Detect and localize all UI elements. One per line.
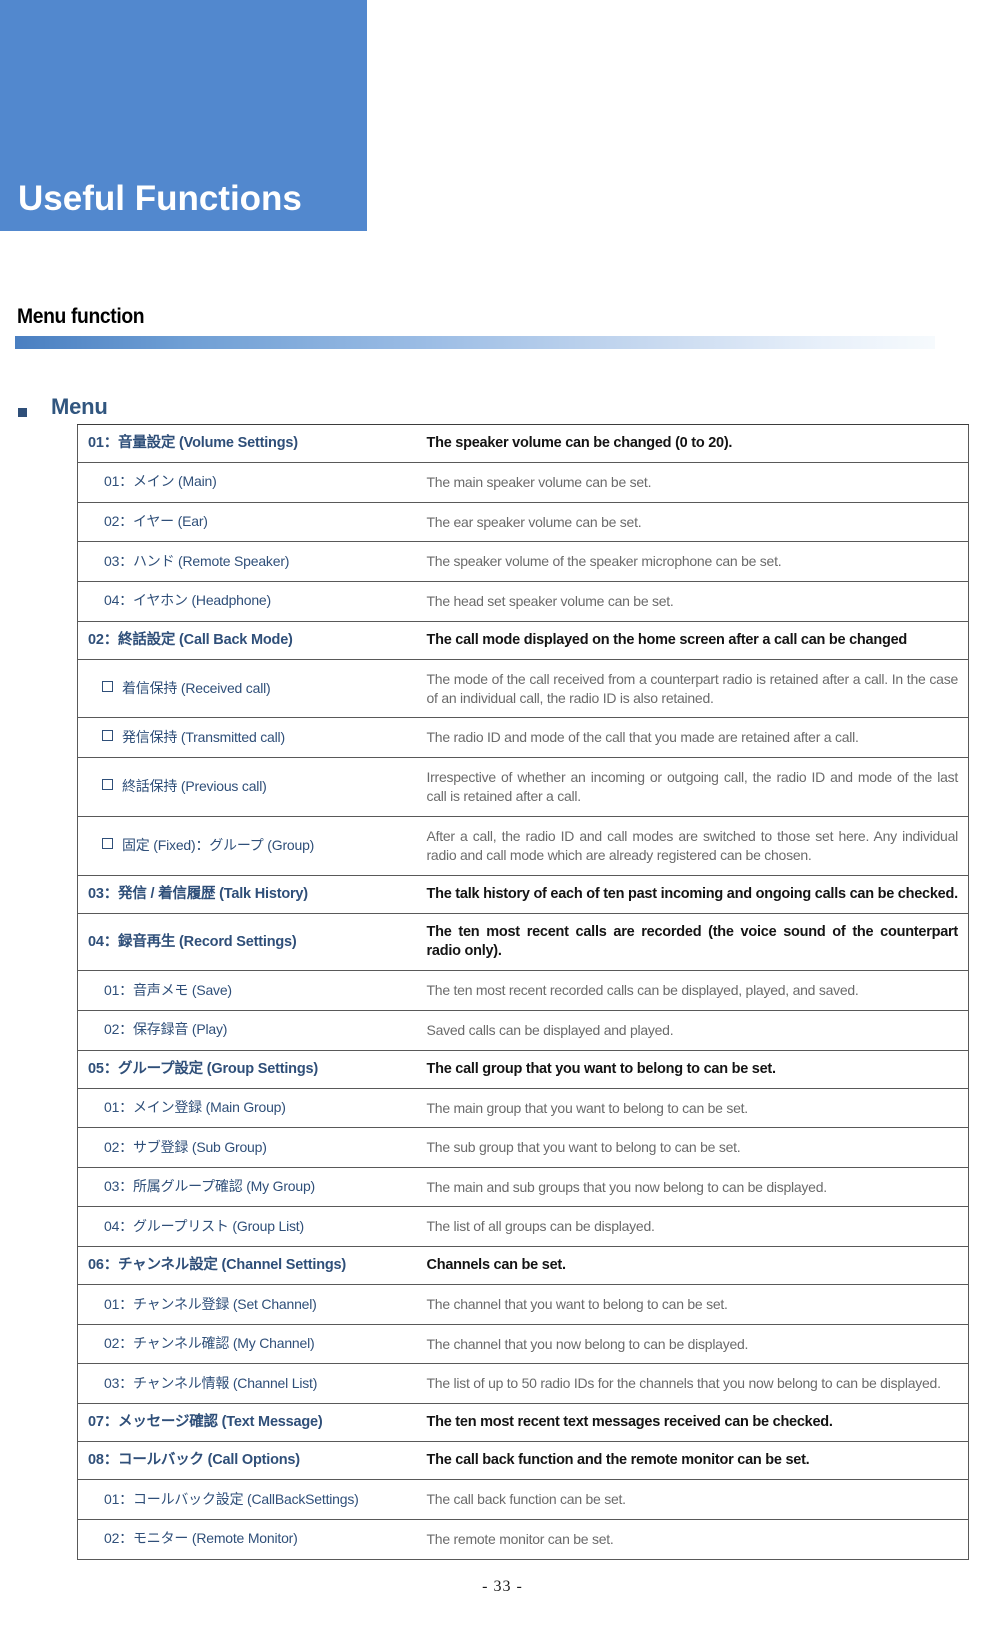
menu-item-description-cell: The ear speaker volume can be set. [418, 501, 969, 543]
menu-item-label-cell: 03：ハンド (Remote Speaker) [77, 541, 419, 582]
section-heading: Menu function [17, 305, 145, 328]
section-divider-rule [15, 336, 935, 349]
menu-table-body: 01：音量設定 (Volume Settings) The speaker vol… [77, 423, 969, 1560]
menu-item-description-cell: The main speaker volume can be set. [418, 462, 969, 503]
table-row: 01：音量設定 (Volume Settings) The speaker vol… [77, 423, 969, 464]
menu-item-description-cell: The remote monitor can be set. [418, 1518, 969, 1560]
menu-item-description-cell: The ten most recent recorded calls can b… [418, 970, 969, 1011]
table-row: 07：メッセージ確認 (Text Message) The ten most re… [77, 1403, 969, 1443]
table-row: 04：グループリスト (Group List) The list of all g… [77, 1206, 969, 1248]
menu-item-label-cell: 03：所属グループ確認 (My Group) [77, 1166, 419, 1208]
table-row: 発信保持 (Transmitted call) The radio ID and … [77, 717, 969, 759]
table-row: 03：所属グループ確認 (My Group) The main and sub g… [77, 1166, 969, 1208]
menu-item-description-cell: The speaker volume can be changed (0 to … [418, 423, 969, 464]
menu-item-label-cell: 01：音声メモ (Save) [77, 970, 419, 1011]
menu-item-label-cell: 02：終話設定 (Call Back Mode) [77, 620, 419, 660]
menu-item-label: 着信保持 (Received call) [122, 679, 271, 696]
checkbox-icon [102, 729, 113, 741]
menu-item-description-cell: The ten most recent text messages receiv… [418, 1403, 969, 1443]
menu-item-label-cell: 01：コールバック設定 (CallBackSettings) [77, 1479, 419, 1520]
checkbox-icon [102, 779, 113, 791]
table-row: 05：グループ設定 (Group Settings) The call group… [77, 1049, 969, 1089]
menu-item-label-cell: 04：グループリスト (Group List) [77, 1206, 419, 1248]
menu-item-label-cell: 07：メッセージ確認 (Text Message) [77, 1403, 419, 1443]
menu-item-label-cell: 02：チャンネル確認 (My Channel) [77, 1323, 419, 1365]
menu-item-description-cell: The sub group that you want to belong to… [418, 1127, 969, 1168]
menu-item-description-cell: The channel that you want to belong to c… [418, 1284, 969, 1325]
table-row: 06：チャンネル設定 (Channel Settings) Channels ca… [77, 1246, 969, 1286]
menu-item-label: 固定 (Fixed)：グループ (Group) [122, 837, 315, 854]
table-row: 02：サブ登録 (Sub Group) The sub group that yo… [77, 1127, 969, 1168]
table-row: 01：チャンネル登録 (Set Channel) The channel that… [77, 1284, 969, 1325]
menu-item-description-cell: The talk history of each of ten past inc… [418, 874, 969, 915]
table-row: 01：メイン登録 (Main Group) The main group that… [77, 1087, 969, 1129]
menu-block-header: Menu [18, 394, 108, 420]
menu-item-description-cell: Irrespective of whether an incoming or o… [418, 757, 969, 818]
table-row: 04：イヤホン (Headphone) The head set speaker … [77, 580, 969, 622]
menu-item-label-cell: 04：イヤホン (Headphone) [77, 580, 419, 622]
table-row: 02：保存録音 (Play) Saved calls can be display… [77, 1009, 969, 1051]
menu-item-label-cell: 02：モニター (Remote Monitor) [77, 1518, 419, 1560]
menu-item-label-cell: 発信保持 (Transmitted call) [77, 717, 419, 759]
table-row: 01：メイン (Main) The main speaker volume can… [77, 462, 969, 503]
menu-item-description-cell: The ten most recent calls are recorded (… [418, 913, 969, 972]
menu-item-description-cell: The call back function and the remote mo… [418, 1441, 969, 1481]
menu-item-label: 発信保持 (Transmitted call) [122, 728, 285, 745]
menu-item-label-cell: 05：グループ設定 (Group Settings) [77, 1049, 419, 1089]
menu-item-description-cell: The call mode displayed on the home scre… [418, 620, 969, 660]
menu-item-label-cell: 02：サブ登録 (Sub Group) [77, 1127, 419, 1168]
menu-item-label-cell: 01：音量設定 (Volume Settings) [77, 423, 419, 464]
menu-item-label-cell: 固定 (Fixed)：グループ (Group) [77, 816, 419, 876]
menu-item-description-cell: Channels can be set. [418, 1246, 969, 1286]
menu-item-description-cell: After a call, the radio ID and call mode… [418, 816, 969, 876]
menu-item-label-cell: 02：保存録音 (Play) [77, 1009, 419, 1051]
table-row: 01：コールバック設定 (CallBackSettings) The call b… [77, 1479, 969, 1520]
menu-item-label-cell: 03：チャンネル情報 (Channel List) [77, 1363, 419, 1405]
menu-item-label-cell: 01：メイン (Main) [77, 462, 419, 503]
table-row: 02：終話設定 (Call Back Mode) The call mode di… [77, 620, 969, 660]
menu-item-description-cell: The main and sub groups that you now bel… [418, 1166, 969, 1208]
chapter-title: Useful Functions [18, 179, 302, 218]
page-number-footer: - 33 - [482, 1578, 523, 1595]
table-row: 02：チャンネル確認 (My Channel) The channel that … [77, 1323, 969, 1365]
menu-item-description-cell: The speaker volume of the speaker microp… [418, 541, 969, 582]
table-row: 03：発信 / 着信履歴 (Talk History) The talk hist… [77, 874, 969, 915]
menu-item-label-cell: 01：チャンネル登録 (Set Channel) [77, 1284, 419, 1325]
chapter-banner: Useful Functions [0, 0, 367, 231]
table-row: 終話保持 (Previous call) Irrespective of whet… [77, 757, 969, 818]
menu-item-label-cell: 着信保持 (Received call) [77, 658, 419, 719]
menu-item-label-cell: 01：メイン登録 (Main Group) [77, 1087, 419, 1129]
table-row: 08：コールバック (Call Options) The call back fu… [77, 1441, 969, 1481]
table-row: 着信保持 (Received call) The mode of the call… [77, 658, 969, 719]
table-row: 04：録音再生 (Record Settings) The ten most re… [77, 913, 969, 972]
menu-item-label-cell: 終話保持 (Previous call) [77, 757, 419, 818]
table-row: 03：ハンド (Remote Speaker) The speaker volum… [77, 541, 969, 582]
menu-item-label-cell: 04：録音再生 (Record Settings) [77, 913, 419, 972]
menu-item-description-cell: The main group that you want to belong t… [418, 1087, 969, 1129]
menu-item-description-cell: The list of up to 50 radio IDs for the c… [418, 1363, 969, 1405]
menu-item-description-cell: The call group that you want to belong t… [418, 1049, 969, 1089]
table-row: 01：音声メモ (Save) The ten most recent record… [77, 970, 969, 1011]
table-row: 02：イヤー (Ear) The ear speaker volume can b… [77, 501, 969, 543]
table-row: 03：チャンネル情報 (Channel List) The list of up … [77, 1363, 969, 1405]
menu-function-table: 01：音量設定 (Volume Settings) The speaker vol… [77, 423, 969, 1560]
menu-item-label-cell: 02：イヤー (Ear) [77, 501, 419, 543]
square-bullet-icon [18, 407, 27, 417]
checkbox-icon [102, 838, 113, 850]
menu-item-description-cell: The list of all groups can be displayed. [418, 1206, 969, 1248]
menu-item-description-cell: The call back function can be set. [418, 1479, 969, 1520]
table-row: 固定 (Fixed)：グループ (Group) After a call, the… [77, 816, 969, 876]
menu-item-label-cell: 08：コールバック (Call Options) [77, 1441, 419, 1481]
menu-item-description-cell: Saved calls can be displayed and played. [418, 1009, 969, 1051]
menu-item-description-cell: The channel that you now belong to can b… [418, 1323, 969, 1365]
menu-item-description-cell: The mode of the call received from a cou… [418, 658, 969, 719]
menu-item-description-cell: The radio ID and mode of the call that y… [418, 717, 969, 759]
menu-item-label: 終話保持 (Previous call) [122, 778, 267, 795]
table-row: 02：モニター (Remote Monitor) The remote monit… [77, 1518, 969, 1560]
menu-item-label-cell: 03：発信 / 着信履歴 (Talk History) [77, 874, 419, 915]
checkbox-icon [102, 680, 113, 692]
menu-item-description-cell: The head set speaker volume can be set. [418, 580, 969, 622]
menu-item-label-cell: 06：チャンネル設定 (Channel Settings) [77, 1246, 419, 1286]
menu-block-label: Menu [51, 394, 108, 419]
